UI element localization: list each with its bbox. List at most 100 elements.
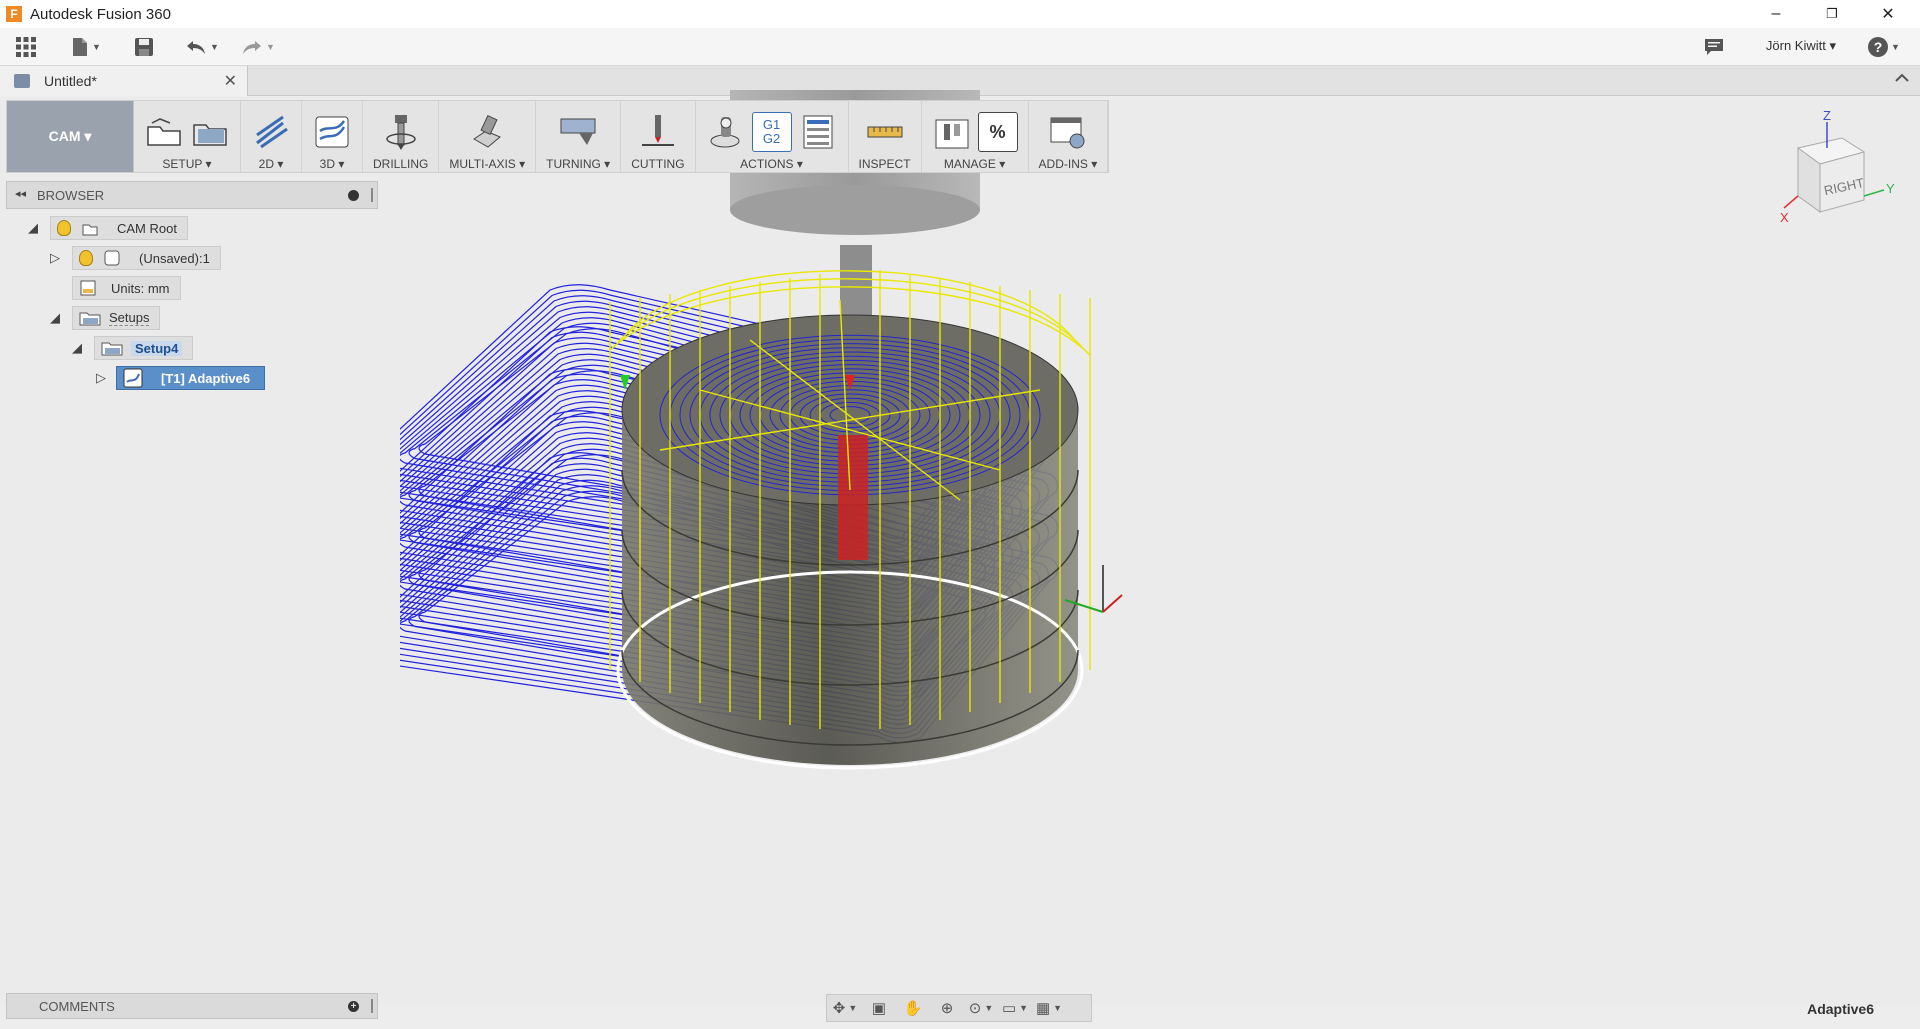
file-menu-button[interactable]: ▼ [66, 34, 106, 60]
toolbar-group-add-ins[interactable]: ADD-INS ▾ [1029, 101, 1109, 172]
template-icon[interactable]: % [977, 112, 1018, 152]
expand-toggle-icon[interactable]: ▷ [46, 249, 64, 267]
save-icon [135, 38, 153, 56]
toolbar-group-inspect[interactable]: INSPECT [849, 101, 922, 172]
expand-toggle-icon[interactable]: ◢ [24, 219, 42, 237]
notifications-button[interactable] [1700, 34, 1728, 60]
grid-icon [16, 37, 36, 57]
help-button[interactable]: ? ▼ [1864, 34, 1904, 60]
drill-icon[interactable] [381, 112, 421, 152]
file-icon [73, 38, 88, 56]
toolbar-group-setup[interactable]: SETUP ▾ [134, 101, 241, 172]
setup-folder-icon[interactable] [190, 112, 230, 152]
cam-root-icon [82, 224, 98, 236]
chevron-down-icon: ▼ [266, 42, 275, 52]
visibility-bulb-icon[interactable] [79, 250, 93, 266]
setups-folder-icon [79, 312, 101, 326]
viewcube[interactable]: RIGHT Z Y X [1780, 108, 1900, 228]
setup-icon [101, 342, 123, 356]
visibility-bulb-icon[interactable] [57, 220, 71, 236]
tool-library-icon[interactable] [932, 112, 972, 152]
axis-x-label: X [1780, 210, 1789, 225]
cutting-icon[interactable] [638, 112, 678, 152]
toolbar-group-cutting[interactable]: CUTTING [621, 101, 696, 172]
navigation-toolbar: ✥ ▼ ▣ ✋ ⊕ ⊙ ▼ ▭ ▼ ▦ ▼ [826, 994, 1092, 1022]
comments-panel[interactable]: COMMENTS + [6, 993, 378, 1019]
display-settings-icon[interactable]: ▭ ▼ [1002, 997, 1028, 1019]
pin-icon[interactable] [371, 999, 373, 1013]
toolbar-group-2d[interactable]: 2D ▾ [241, 101, 302, 172]
axis-y-label: Y [1886, 181, 1895, 196]
document-icon [14, 74, 30, 88]
turning-icon[interactable] [558, 112, 598, 152]
pin-icon[interactable] [371, 188, 373, 202]
active-operation-label: Adaptive6 [1807, 1001, 1874, 1017]
pan-icon[interactable]: ✋ [901, 997, 925, 1019]
simulate-icon[interactable] [706, 112, 746, 152]
restore-button[interactable]: ❐ [1804, 0, 1860, 28]
post-process-icon[interactable]: G1 G2 [751, 112, 792, 152]
toolbar-group-multi-axis[interactable]: MULTI-AXIS ▾ [439, 101, 537, 172]
browser-title: BROWSER [37, 187, 105, 203]
undo-icon [187, 41, 206, 54]
workspace-switcher[interactable]: CAM ▾ [7, 101, 134, 172]
grid-settings-icon[interactable]: ▦ ▼ [1036, 997, 1062, 1019]
tree-item-setups[interactable]: ◢ Setups [46, 306, 161, 330]
chevron-down-icon: ▼ [1891, 42, 1900, 52]
expand-toggle-icon[interactable]: ◢ [46, 309, 64, 327]
toolbar-group-label: MULTI-AXIS ▾ [449, 157, 526, 171]
collapse-browser-icon[interactable]: ◂◂ [15, 187, 26, 200]
redo-button[interactable]: ▼ [236, 34, 280, 60]
tree-item-adaptive6[interactable]: ▷ [T1] Adaptive6 [92, 366, 266, 390]
undo-button[interactable]: ▼ [180, 34, 224, 60]
3d-adaptive-icon[interactable] [312, 112, 352, 152]
toolbar-group-turning[interactable]: TURNING ▾ [536, 101, 622, 172]
look-at-icon[interactable]: ▣ [867, 997, 891, 1019]
axis-z-label: Z [1823, 108, 1831, 123]
zoom-icon[interactable]: ⊕ [935, 997, 959, 1019]
2d-adaptive-icon[interactable] [251, 112, 291, 152]
help-icon: ? [1868, 37, 1889, 57]
toolbar-group-3d[interactable]: 3D ▾ [302, 101, 363, 172]
toolbar-group-label: CUTTING [631, 157, 685, 171]
comment-icon [1705, 39, 1723, 55]
expand-toggle-icon[interactable]: ◢ [68, 339, 86, 357]
toolbar-group-label: 3D ▾ [319, 157, 345, 171]
tree-label: Setup4 [131, 340, 183, 356]
title-bar: F Autodesk Fusion 360 – ❐ ✕ [0, 0, 1920, 28]
tab-label: Untitled* [44, 73, 97, 89]
tree-item-setup4[interactable]: ◢ Setup4 [68, 336, 194, 360]
tree-label: Setups [109, 310, 150, 326]
tree-item-units[interactable]: Units: mm [72, 276, 181, 300]
multi-axis-icon[interactable] [467, 112, 507, 152]
chevron-down-icon: ▼ [210, 42, 219, 52]
tab-untitled[interactable]: Untitled* ✕ [0, 66, 248, 96]
expand-toggle-icon[interactable]: ▷ [92, 369, 110, 387]
toolbar-group-actions[interactable]: G1 G2 ACTIONS ▾ [696, 101, 849, 172]
close-button[interactable]: ✕ [1860, 0, 1916, 28]
tree-item-cam-root[interactable]: ◢ CAM Root [24, 216, 188, 240]
toolbar-group-drilling[interactable]: DRILLING [363, 101, 440, 172]
window-title: Autodesk Fusion 360 [30, 5, 171, 23]
g2-text: G2 [762, 131, 781, 146]
setup-sheet-icon[interactable] [798, 112, 838, 152]
save-button[interactable] [130, 34, 158, 60]
scripts-icon[interactable] [1048, 112, 1088, 152]
minimize-button[interactable]: – [1748, 0, 1804, 28]
close-tab-icon[interactable]: ✕ [224, 71, 237, 91]
collapse-tabbar-button[interactable] [1894, 70, 1910, 88]
data-panel-button[interactable] [12, 34, 40, 60]
tree-item-unsaved[interactable]: ▷ (Unsaved):1 [46, 246, 221, 270]
toolbar-group-manage[interactable]: % MANAGE ▾ [922, 101, 1029, 172]
user-account-menu[interactable]: Jörn Kiwitt ▾ [1766, 38, 1836, 54]
toolbar-group-label: 2D ▾ [258, 157, 284, 171]
browser-panel-header[interactable]: ◂◂ BROWSER [6, 181, 378, 209]
orbit-icon[interactable]: ✥ ▼ [833, 997, 858, 1019]
minus-icon[interactable] [348, 190, 359, 201]
add-comment-icon[interactable]: + [348, 1001, 359, 1012]
fit-icon[interactable]: ⊙ ▼ [969, 997, 994, 1019]
new-setup-icon[interactable] [144, 112, 184, 152]
document-settings-icon [80, 280, 96, 296]
measure-icon[interactable] [865, 112, 905, 152]
percent-text: % [989, 121, 1006, 142]
